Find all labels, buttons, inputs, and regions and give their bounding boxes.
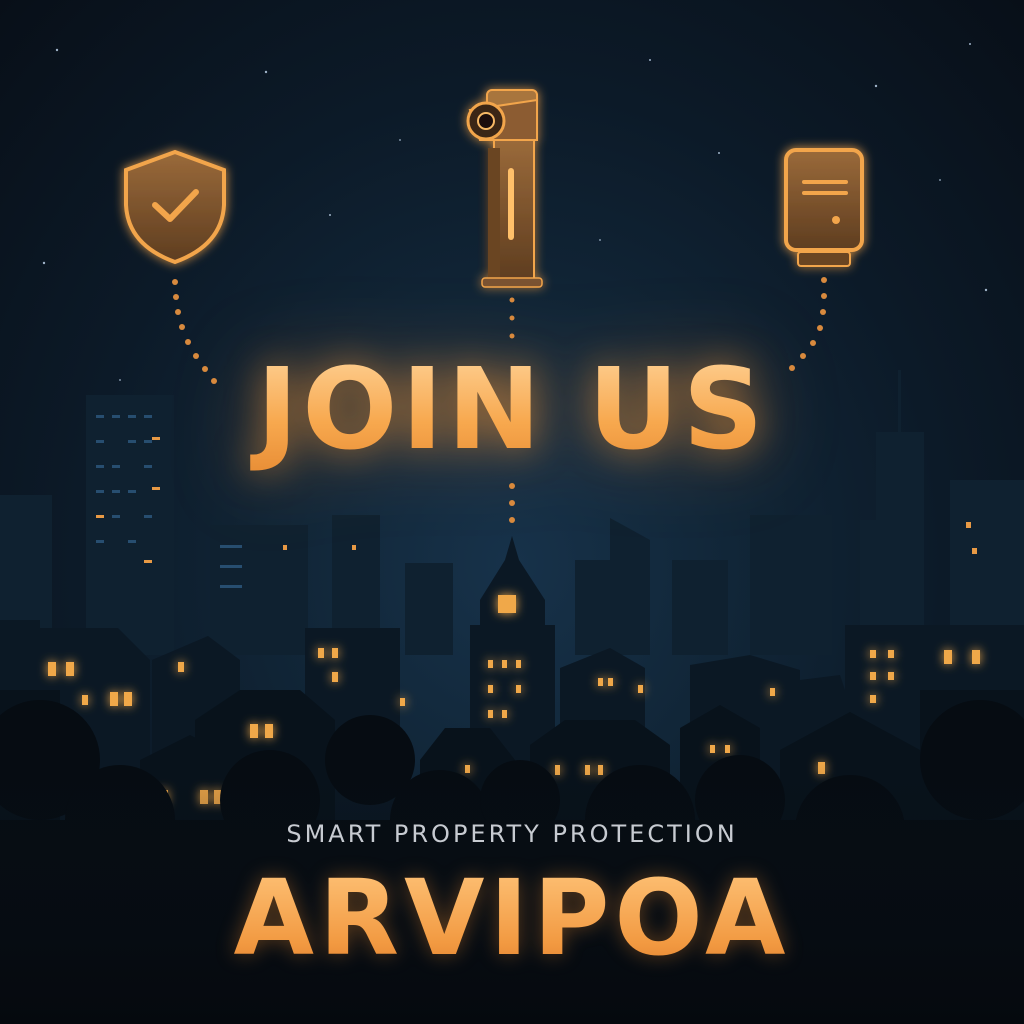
join-us-headline: JOIN US xyxy=(0,345,1024,475)
tagline: SMART PROPERTY PROTECTION xyxy=(286,820,738,848)
security-camera-icon xyxy=(466,89,543,288)
shield-check-icon xyxy=(124,149,226,265)
server-icon xyxy=(784,148,864,267)
poster: JOIN US SMART PROPERTY PROTECTION ARVIPO… xyxy=(0,0,1024,1024)
brand-name: ARVIPOA xyxy=(0,858,1024,978)
